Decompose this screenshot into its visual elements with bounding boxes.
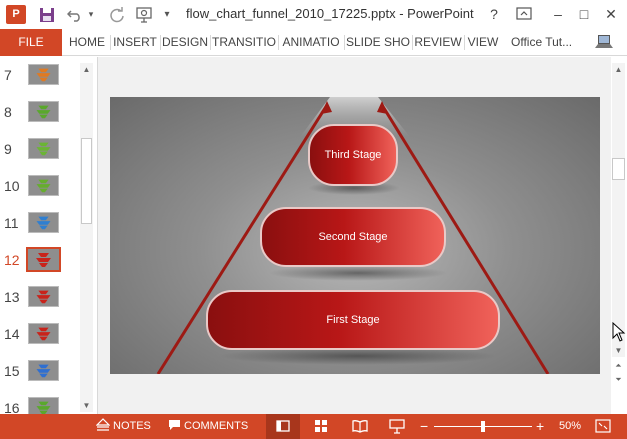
- minimize-icon[interactable]: –: [545, 3, 571, 25]
- slide-preview[interactable]: [26, 247, 61, 272]
- slide-thumbnail[interactable]: 9: [0, 131, 80, 168]
- slide-thumbnail[interactable]: 13: [0, 279, 80, 316]
- editor-scrollbar[interactable]: ▲ ▼: [612, 63, 625, 357]
- tab-transitions[interactable]: TRANSITIO: [211, 29, 277, 56]
- slide-thumbnail[interactable]: 8: [0, 94, 80, 131]
- slideshow-view-button[interactable]: [389, 419, 405, 434]
- next-slide-icon[interactable]: ⏷: [612, 373, 625, 386]
- undo-icon[interactable]: [64, 4, 86, 25]
- third-stage-shape[interactable]: Third Stage: [308, 124, 398, 186]
- account-avatar-icon[interactable]: [594, 33, 614, 51]
- second-stage-label: Second Stage: [318, 231, 388, 243]
- reading-view-button[interactable]: [352, 419, 368, 434]
- scroll-thumb[interactable]: [81, 138, 92, 224]
- slide-preview[interactable]: [28, 360, 59, 381]
- slide-thumbnail[interactable]: 11: [0, 205, 80, 242]
- zoom-level[interactable]: 50%: [559, 414, 581, 439]
- comments-label: COMMENTS: [184, 420, 249, 432]
- tab-design[interactable]: DESIGN: [161, 29, 209, 56]
- fit-slide-button[interactable]: [595, 419, 611, 434]
- slide-preview[interactable]: [28, 138, 59, 159]
- second-stage-shape[interactable]: Second Stage: [260, 207, 446, 267]
- slide-thumbnails-pane: 7 8 9 10 11 12 13 14 15 16 ▲ ▼: [0, 57, 97, 418]
- scroll-up-icon[interactable]: ▲: [80, 63, 93, 76]
- status-bar: NOTES COMMENTS − + 50%: [0, 414, 627, 439]
- slide-number: 7: [4, 67, 12, 83]
- scroll-down-icon[interactable]: ▼: [80, 399, 93, 412]
- notes-label: NOTES: [113, 420, 151, 432]
- slide-number: 12: [4, 252, 20, 268]
- slide-thumbnail[interactable]: 7: [0, 57, 80, 94]
- comments-button[interactable]: COMMENTS: [168, 414, 248, 439]
- tab-home[interactable]: HOME: [65, 29, 109, 56]
- customize-qat-icon[interactable]: ▾: [160, 4, 174, 25]
- slide-number: 14: [4, 326, 20, 342]
- first-stage-shape[interactable]: First Stage: [206, 290, 500, 350]
- undo-dropdown-icon[interactable]: ▾: [84, 4, 98, 25]
- slide-preview[interactable]: [28, 323, 59, 344]
- start-slideshow-icon[interactable]: [134, 4, 156, 25]
- slide-thumbnail[interactable]: 14: [0, 316, 80, 353]
- notes-icon: [95, 418, 111, 431]
- second-stage-shadow: [268, 265, 448, 281]
- scroll-down-icon[interactable]: ▼: [612, 344, 625, 357]
- mouse-pointer-icon: [612, 322, 626, 342]
- notes-button[interactable]: NOTES: [95, 414, 151, 439]
- slide-thumbnail[interactable]: 10: [0, 168, 80, 205]
- fit-to-window-icon: [595, 419, 611, 433]
- third-stage-label: Third Stage: [324, 149, 382, 161]
- slide-number: 10: [4, 178, 20, 194]
- scroll-thumb[interactable]: [612, 158, 625, 180]
- slide-thumbnail[interactable]: 15: [0, 353, 80, 390]
- slide-number: 11: [4, 215, 19, 231]
- previous-slide-icon[interactable]: ⏶: [612, 359, 625, 372]
- normal-view-button[interactable]: [266, 414, 300, 439]
- maximize-icon[interactable]: □: [571, 3, 597, 25]
- slideshow-icon: [389, 419, 405, 434]
- file-tab[interactable]: FILE: [0, 29, 62, 56]
- slide-preview[interactable]: [28, 286, 59, 307]
- slide-sorter-view-button[interactable]: [314, 419, 330, 434]
- slide-sorter-icon: [315, 420, 327, 432]
- zoom-slider-thumb[interactable]: [481, 421, 485, 432]
- normal-view-icon: [276, 420, 290, 432]
- slide-number: 9: [4, 141, 12, 157]
- close-icon[interactable]: ✕: [598, 3, 624, 25]
- slide-preview[interactable]: [28, 101, 59, 122]
- zoom-in-button[interactable]: +: [536, 414, 544, 439]
- slide-number: 15: [4, 363, 20, 379]
- slide-number: 8: [4, 104, 12, 120]
- slide-preview[interactable]: [28, 64, 59, 85]
- account-name[interactable]: Office Tut...: [511, 29, 572, 56]
- slide-preview[interactable]: [28, 212, 59, 233]
- redo-icon[interactable]: [106, 4, 128, 25]
- powerpoint-app-icon[interactable]: P: [6, 5, 26, 24]
- slide-thumbnail[interactable]: 12: [0, 242, 80, 279]
- save-icon[interactable]: [36, 4, 58, 25]
- zoom-slider-track[interactable]: [434, 421, 532, 432]
- powerpoint-window: P ▾ ▾ flow_chart_funnel_2010_17225.pptx …: [0, 0, 627, 439]
- tab-insert[interactable]: INSERT: [111, 29, 159, 56]
- window-title: flow_chart_funnel_2010_17225.pptx - Powe…: [186, 6, 474, 21]
- tab-slide-show[interactable]: SLIDE SHO: [345, 29, 411, 56]
- tab-view[interactable]: VIEW: [465, 29, 501, 56]
- help-button[interactable]: ?: [481, 3, 507, 25]
- tab-animations[interactable]: ANIMATIO: [279, 29, 343, 56]
- reading-view-icon: [352, 420, 368, 433]
- slide-preview[interactable]: [28, 175, 59, 196]
- thumbnails-scrollbar[interactable]: ▲ ▼: [80, 63, 93, 412]
- ribbon-display-options-icon[interactable]: [511, 3, 537, 25]
- tab-review[interactable]: REVIEW: [413, 29, 463, 56]
- comments-icon: [169, 420, 180, 430]
- slide-number: 13: [4, 289, 20, 305]
- first-stage-label: First Stage: [326, 314, 380, 326]
- zoom-out-button[interactable]: −: [420, 414, 428, 439]
- scroll-up-icon[interactable]: ▲: [612, 63, 625, 76]
- ribbon-tabs: FILE HOME INSERT DESIGN TRANSITIO ANIMAT…: [0, 29, 627, 56]
- title-bar: P ▾ ▾ flow_chart_funnel_2010_17225.pptx …: [0, 0, 627, 29]
- slide-canvas[interactable]: Third Stage Second Stage First Stage: [110, 97, 600, 374]
